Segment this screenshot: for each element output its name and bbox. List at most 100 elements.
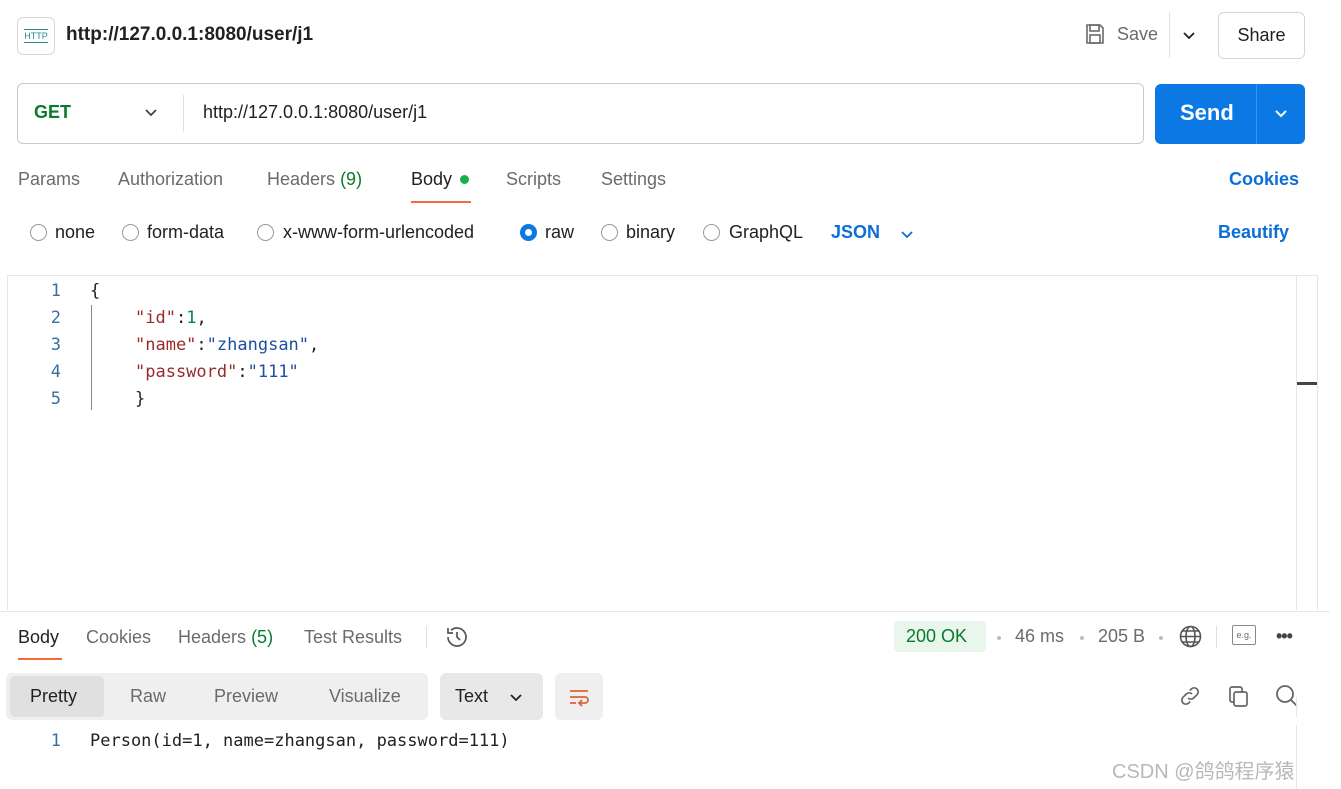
- json-value: "zhangsan": [206, 335, 310, 355]
- more-options-icon[interactable]: •••: [1276, 626, 1293, 647]
- send-split-divider: [1256, 84, 1257, 144]
- response-tab-cookies[interactable]: Cookies: [86, 627, 151, 648]
- request-title[interactable]: http://127.0.0.1:8080/user/j1: [66, 24, 313, 46]
- line-number: 4: [50, 362, 61, 382]
- tab-headers-count: (9): [340, 169, 363, 189]
- save-options-chevron-icon[interactable]: [1180, 26, 1198, 44]
- save-example-icon[interactable]: e.g.: [1232, 625, 1256, 645]
- json-colon: :: [196, 335, 207, 355]
- radio-graphql-label[interactable]: GraphQL: [729, 222, 803, 243]
- send-options-chevron-icon[interactable]: [1272, 104, 1290, 122]
- status-code[interactable]: 200 OK: [906, 626, 967, 647]
- response-divider[interactable]: [0, 611, 1330, 612]
- json-value: "111": [247, 362, 299, 382]
- code-line-4[interactable]: "password":"111": [135, 362, 299, 382]
- tab-params[interactable]: Params: [18, 169, 80, 190]
- wrap-lines-icon: [570, 690, 589, 707]
- response-active-underline: [18, 658, 62, 660]
- code-line-3[interactable]: "name":"zhangsan",: [135, 335, 319, 355]
- json-colon: :: [237, 362, 248, 382]
- radio-urlencoded-label[interactable]: x-www-form-urlencoded: [283, 222, 474, 243]
- tab-headers-label: Headers: [267, 169, 336, 189]
- line-number: 3: [50, 335, 61, 355]
- json-comma: ,: [196, 308, 207, 328]
- editor-border-top: [7, 275, 1317, 276]
- format-preview[interactable]: Preview: [214, 686, 278, 707]
- radio-binary[interactable]: [601, 224, 618, 241]
- radio-form-data[interactable]: [122, 224, 139, 241]
- json-key: "id": [135, 308, 176, 328]
- radio-form-data-label[interactable]: form-data: [147, 222, 224, 243]
- active-tab-underline: [411, 201, 471, 203]
- send-label[interactable]: Send: [1180, 100, 1234, 126]
- copy-icon[interactable]: [1226, 684, 1251, 709]
- line-number: 5: [50, 389, 61, 409]
- response-tab-body[interactable]: Body: [18, 627, 59, 648]
- http-request-icon: HTTP: [17, 17, 55, 55]
- meta-separator: [997, 636, 1001, 640]
- format-raw[interactable]: Raw: [130, 686, 166, 707]
- radio-raw[interactable]: [520, 224, 537, 241]
- watermark: CSDN @鸽鸽程序猿: [1112, 761, 1295, 783]
- line-number: 2: [50, 308, 61, 328]
- language-select[interactable]: JSON: [831, 222, 880, 243]
- response-tab-test-results[interactable]: Test Results: [304, 627, 402, 648]
- editor-border-left: [7, 275, 8, 610]
- json-key: "name": [135, 335, 197, 355]
- json-comma: ,: [309, 335, 320, 355]
- response-tab-headers-label: Headers: [178, 627, 247, 647]
- beautify-link[interactable]: Beautify: [1218, 222, 1289, 243]
- format-visualize[interactable]: Visualize: [329, 686, 401, 707]
- method-select[interactable]: GET: [34, 102, 71, 123]
- editor-scrollbar-track[interactable]: [1296, 275, 1297, 610]
- globe-icon[interactable]: [1178, 624, 1203, 649]
- url-divider: [183, 95, 184, 132]
- indent-guide: [91, 305, 92, 410]
- json-colon: :: [175, 308, 187, 328]
- response-edge-line: [1296, 725, 1297, 789]
- link-icon[interactable]: [1178, 684, 1202, 708]
- tab-authorization[interactable]: Authorization: [118, 169, 223, 190]
- meta-separator: [1080, 636, 1084, 640]
- tab-body[interactable]: Body: [411, 169, 452, 190]
- response-edge-line: [1296, 697, 1297, 717]
- radio-raw-label[interactable]: raw: [545, 222, 574, 243]
- radio-none[interactable]: [30, 224, 47, 241]
- response-time[interactable]: 46 ms: [1015, 626, 1064, 647]
- meta-separator: [1159, 636, 1163, 640]
- history-icon[interactable]: [444, 624, 470, 650]
- json-value: 1: [186, 308, 197, 328]
- response-tab-headers[interactable]: Headers (5): [178, 627, 273, 648]
- response-line-number: 1: [50, 731, 61, 751]
- save-icon: [1086, 24, 1104, 44]
- format-pretty[interactable]: Pretty: [30, 686, 77, 707]
- response-body-text[interactable]: Person(id=1, name=zhangsan, password=111…: [90, 731, 510, 751]
- url-input[interactable]: http://127.0.0.1:8080/user/j1: [203, 102, 427, 123]
- tab-settings[interactable]: Settings: [601, 169, 666, 190]
- save-button[interactable]: Save: [1083, 22, 1158, 46]
- cookies-link[interactable]: Cookies: [1229, 169, 1299, 190]
- share-button[interactable]: Share: [1218, 12, 1305, 59]
- header-divider: [1169, 12, 1170, 58]
- language-chevron-down-icon[interactable]: [899, 226, 915, 242]
- radio-urlencoded[interactable]: [257, 224, 274, 241]
- code-line-2[interactable]: "id":1,: [135, 308, 207, 328]
- radio-none-label[interactable]: none: [55, 222, 95, 243]
- tab-scripts[interactable]: Scripts: [506, 169, 561, 190]
- editor-scroll-marker: [1297, 382, 1317, 385]
- code-line-5[interactable]: }: [135, 389, 145, 409]
- save-label: Save: [1117, 23, 1159, 44]
- response-type-chevron-down-icon[interactable]: [508, 689, 524, 705]
- radio-graphql[interactable]: [703, 224, 720, 241]
- http-icon-label: HTTP: [24, 29, 48, 43]
- code-line-1[interactable]: {: [90, 281, 100, 301]
- tab-headers[interactable]: Headers (9): [267, 169, 362, 190]
- json-key: "password": [135, 362, 238, 382]
- response-type-label[interactable]: Text: [455, 686, 488, 707]
- method-chevron-down-icon[interactable]: [143, 104, 159, 120]
- meta-divider: [1216, 626, 1217, 648]
- response-size[interactable]: 205 B: [1098, 626, 1145, 647]
- response-tab-headers-count: (5): [251, 627, 274, 647]
- radio-binary-label[interactable]: binary: [626, 222, 675, 243]
- body-modified-dot: [460, 175, 469, 184]
